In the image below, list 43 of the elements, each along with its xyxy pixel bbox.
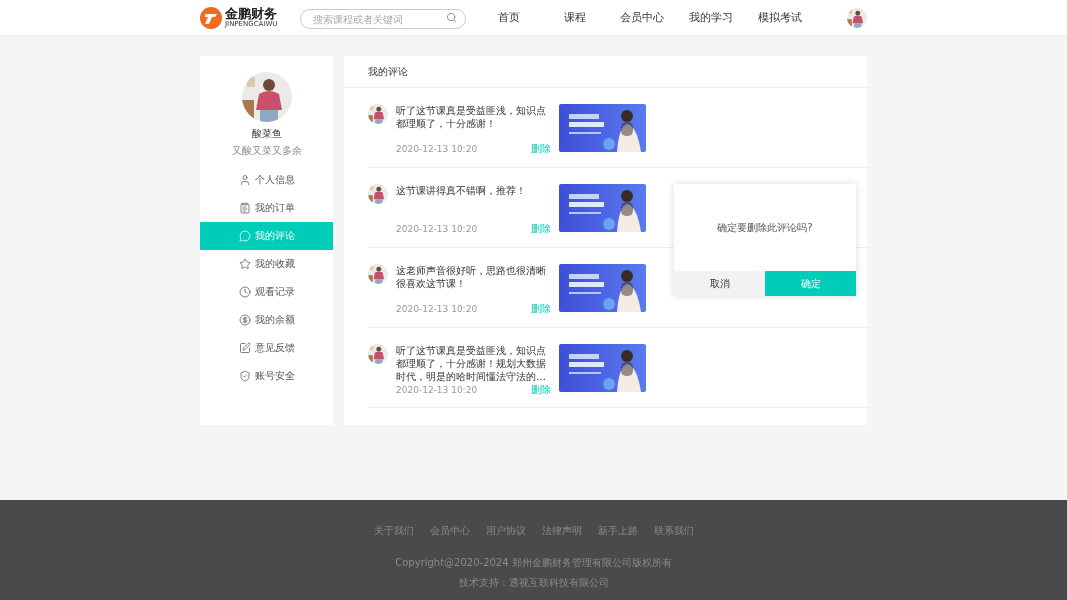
commenter-avatar <box>368 264 388 284</box>
commenter-avatar <box>368 184 388 204</box>
comment-text: 这节课讲得真不错啊，推荐！ <box>396 184 527 197</box>
nav-link[interactable]: 我的学习 <box>677 10 746 25</box>
comment-text: 听了这节课真是受益匪浅，知识点都理顺了，十分感谢！ <box>396 104 547 130</box>
commenter-avatar <box>368 344 388 364</box>
nav-link[interactable]: 会员中心 <box>608 10 677 25</box>
logo-name: 金鹏财务 <box>225 7 278 20</box>
nav-link[interactable]: 首页 <box>476 10 542 25</box>
search-icon[interactable] <box>446 11 457 23</box>
sidebar-item[interactable]: 我的订单 <box>200 194 333 222</box>
nav-link[interactable]: 课程 <box>542 10 608 25</box>
shield-icon <box>238 370 251 382</box>
sidebar-item[interactable]: 账号安全 <box>200 362 333 390</box>
chat-bubble-icon <box>238 230 251 242</box>
comment-time: 2020-12-13 10:20 <box>396 144 478 154</box>
profile-motto: 又酸又菜又多余 <box>231 144 302 158</box>
dialog-message: 确定要删除此评论吗? <box>716 220 814 235</box>
sidebar-item[interactable]: 个人信息 <box>200 166 333 194</box>
comment-text: 听了这节课真是受益匪浅，知识点都理顺了，十分感谢！规划大数据时代，明是的哈时间懂法守法的… <box>396 344 547 383</box>
comment-time: 2020-12-13 10:20 <box>396 224 478 234</box>
sidebar-item[interactable]: 观看记录 <box>200 278 333 306</box>
user-icon <box>238 174 251 186</box>
comment-time: 2020-12-13 10:20 <box>396 385 478 395</box>
cancel-button[interactable]: 取消 <box>674 271 765 296</box>
comment-text: 这老师声音很好听，思路也很清晰很喜欢这节课！ <box>396 264 547 290</box>
comment-time: 2020-12-13 10:20 <box>396 304 478 314</box>
coin-icon <box>238 314 251 326</box>
panel-title: 我的评论 <box>368 64 408 79</box>
notepad-icon <box>238 202 251 214</box>
sidebar-item[interactable]: 我的收藏 <box>200 250 333 278</box>
profile-avatar <box>241 72 292 122</box>
clock-icon <box>238 286 251 298</box>
nav-link[interactable]: 模拟考试 <box>746 10 815 25</box>
commenter-avatar <box>368 104 388 124</box>
profile-name: 酸菜鱼 <box>251 127 282 141</box>
sidebar-item[interactable]: 我的余额 <box>200 306 333 334</box>
edit-note-icon <box>238 342 251 354</box>
sidebar-item[interactable]: 意见反馈 <box>200 334 333 362</box>
search-field[interactable]: 搜索课程或者关键词 <box>300 9 466 29</box>
star-icon <box>238 258 251 270</box>
logo-icon <box>200 6 222 29</box>
user-avatar <box>847 7 867 28</box>
